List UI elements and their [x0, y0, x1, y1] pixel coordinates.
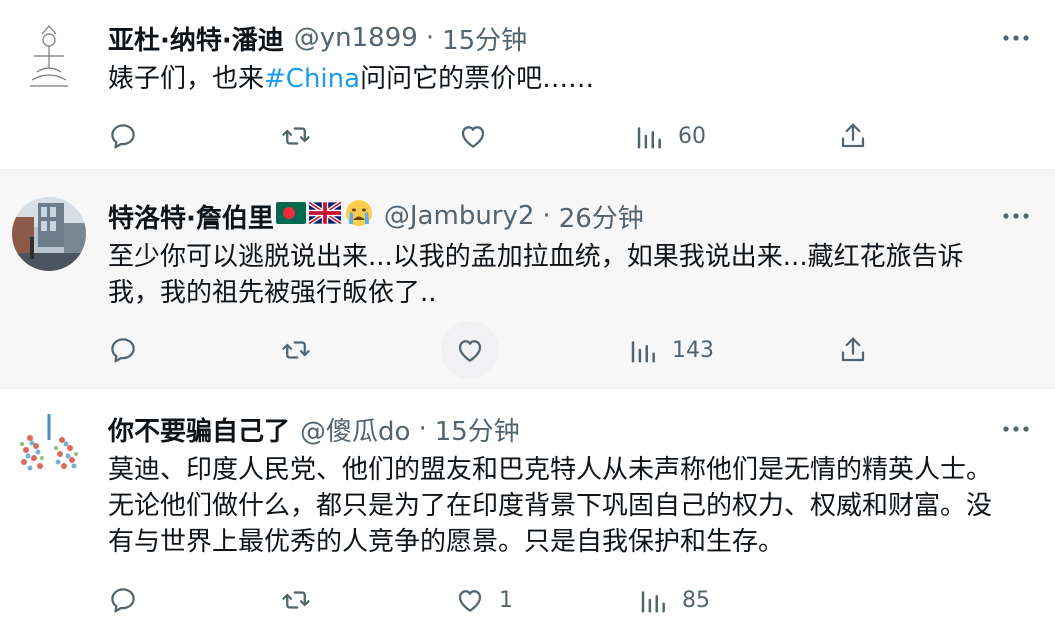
like-button[interactable]	[458, 116, 502, 156]
views-button[interactable]: 85	[638, 580, 710, 620]
user-handle[interactable]: @yn1899	[294, 23, 418, 53]
separator-dot: ·	[425, 23, 435, 53]
reply-icon	[108, 335, 138, 365]
analytics-icon	[638, 585, 668, 615]
separator-dot: ·	[542, 201, 551, 231]
tweet-text-line: 至少你可以逃脱说出来...以我的孟加拉血统，如果我说出来...藏红花旅告诉	[108, 242, 964, 272]
reply-icon	[108, 121, 138, 151]
share-button[interactable]	[838, 116, 868, 156]
reply-button[interactable]	[108, 116, 152, 156]
display-name[interactable]: 你不要骗自己了	[108, 411, 290, 448]
timestamp[interactable]: 15分钟	[442, 20, 527, 57]
share-icon	[838, 335, 868, 365]
views-button[interactable]: 60	[634, 116, 706, 156]
more-options-icon[interactable]	[1001, 201, 1031, 231]
tweet-text-line: 我，我的祖先被强行皈依了..	[108, 278, 437, 308]
separator-dot: ·	[418, 414, 427, 444]
share-button[interactable]	[838, 330, 868, 370]
avatar[interactable]	[12, 197, 86, 271]
timestamp[interactable]: 26分钟	[559, 198, 644, 235]
tweet-text: 婊子们，也来#China问问它的票价吧……	[108, 61, 1005, 97]
analytics-icon	[634, 121, 664, 151]
tweet-actions: 60	[0, 116, 1055, 156]
bangladesh-flag-icon	[275, 201, 306, 231]
tweet-text-line: 无论他们做什么，都只是为了在印度背景下巩固自己的权力、权威和财富。没	[108, 491, 993, 521]
share-icon	[838, 121, 868, 151]
reply-button[interactable]	[108, 580, 152, 620]
retweet-icon	[281, 335, 311, 365]
analytics-icon	[628, 335, 658, 365]
tweet-actions: 143	[0, 321, 1055, 379]
retweet-button[interactable]	[281, 580, 325, 620]
tweet-text: 莫迪、印度人民党、他们的盟友和巴克特人从未声称他们是无情的精英人士。 无论他们做…	[108, 452, 1005, 560]
tweet-text-line: 莫迪、印度人民党、他们的盟友和巴克特人从未声称他们是无情的精英人士。	[108, 455, 993, 485]
view-count: 143	[672, 337, 714, 363]
retweet-icon	[281, 121, 311, 151]
uk-flag-icon	[307, 200, 343, 231]
display-name[interactable]: 亚杜·纳特·潘迪	[108, 20, 284, 57]
avatar[interactable]	[12, 22, 86, 96]
views-button[interactable]: 143	[628, 330, 714, 370]
hashtag-link[interactable]: #China	[264, 64, 360, 94]
view-count: 60	[678, 123, 706, 149]
view-count: 85	[682, 587, 710, 613]
timestamp[interactable]: 15分钟	[435, 411, 520, 448]
reply-button[interactable]	[108, 330, 152, 370]
user-handle[interactable]: @傻瓜do	[300, 411, 410, 448]
retweet-button[interactable]	[281, 330, 325, 370]
tweet-text-before: 婊子们，也来	[108, 64, 265, 94]
more-options-icon[interactable]	[1001, 414, 1031, 444]
display-name[interactable]: 特洛特·詹伯里	[108, 198, 274, 235]
retweet-button[interactable]	[281, 116, 325, 156]
more-options-icon[interactable]	[1001, 23, 1031, 53]
heart-icon	[458, 121, 488, 151]
tweet-text-after: 问问它的票价吧……	[360, 64, 595, 94]
avatar[interactable]	[12, 410, 86, 484]
heart-icon	[455, 585, 485, 615]
tweet-text-line: 婊子们，也来#China问问它的票价吧……	[108, 61, 1005, 97]
heart-icon	[455, 335, 485, 365]
tweet-text-line: 有与世界上最优秀的人竞争的愿景。只是自我保护和生存。	[108, 527, 785, 557]
tweet-feed: 亚杜·纳特·潘迪 @yn1899 · 15分钟 婊子们，也来#China问问它的…	[0, 0, 1055, 637]
like-button[interactable]	[455, 330, 499, 370]
user-handle[interactable]: @Jambury2	[384, 201, 535, 231]
tweet-text: 至少你可以逃脱说出来...以我的孟加拉血统，如果我说出来...藏红花旅告诉 我，…	[108, 239, 1005, 311]
tweet-header: 特洛特·詹伯里 @Jambury2 · 26分钟	[108, 198, 995, 234]
reply-icon	[108, 585, 138, 615]
retweet-icon	[281, 585, 311, 615]
like-count: 1	[499, 587, 513, 613]
crying-face-icon	[344, 198, 374, 235]
tweet-actions: 1 85	[0, 580, 1055, 620]
tweet-header: 你不要骗自己了 @傻瓜do · 15分钟	[108, 411, 995, 447]
name-emojis	[275, 198, 374, 235]
like-button[interactable]: 1	[455, 580, 513, 620]
tweet-header: 亚杜·纳特·潘迪 @yn1899 · 15分钟	[108, 20, 995, 56]
